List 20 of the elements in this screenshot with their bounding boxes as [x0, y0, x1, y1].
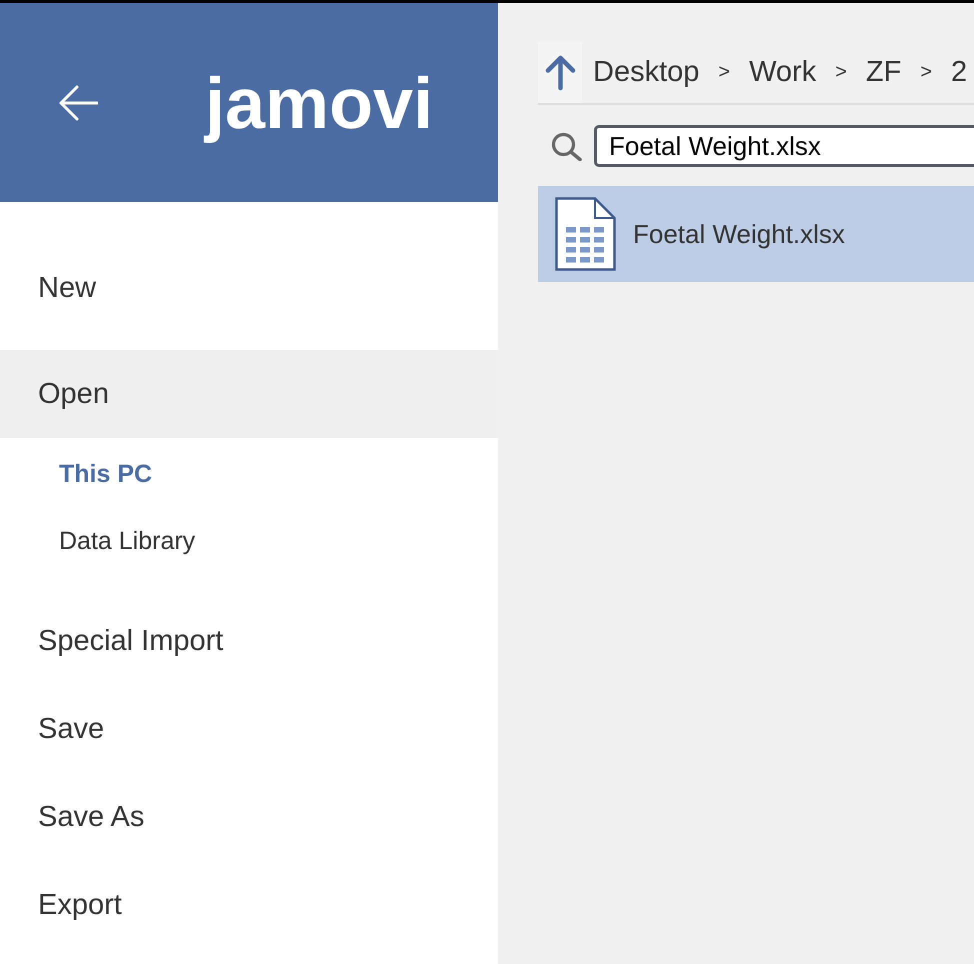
breadcrumb-link[interactable]: Desktop	[593, 56, 700, 89]
breadcrumb-separator: >	[835, 61, 847, 84]
up-button[interactable]	[538, 42, 582, 103]
breadcrumb-link[interactable]: Work	[749, 56, 816, 89]
breadcrumb-link[interactable]: 2	[951, 56, 968, 89]
submenu-item[interactable]: Data Library	[0, 508, 498, 575]
arrow-up-icon	[544, 54, 576, 90]
submenu-item[interactable]: This PC	[0, 441, 498, 508]
breadcrumb-separator: >	[920, 61, 932, 84]
spreadsheet-file-icon	[555, 197, 616, 271]
breadcrumb-link[interactable]: ZF	[866, 56, 902, 89]
arrow-left-icon	[58, 84, 98, 120]
menu-item[interactable]: Open	[0, 350, 498, 438]
app-logo: jamovi	[205, 62, 434, 146]
file-name: Foetal Weight.xlsx	[633, 218, 845, 250]
search-field[interactable]: Foetal Weight.xlsx	[594, 125, 974, 167]
file-row[interactable]: Foetal Weight.xlsx	[538, 186, 974, 282]
back-button[interactable]	[58, 84, 98, 120]
breadcrumb-separator: >	[718, 61, 730, 84]
search-icon	[551, 132, 582, 160]
